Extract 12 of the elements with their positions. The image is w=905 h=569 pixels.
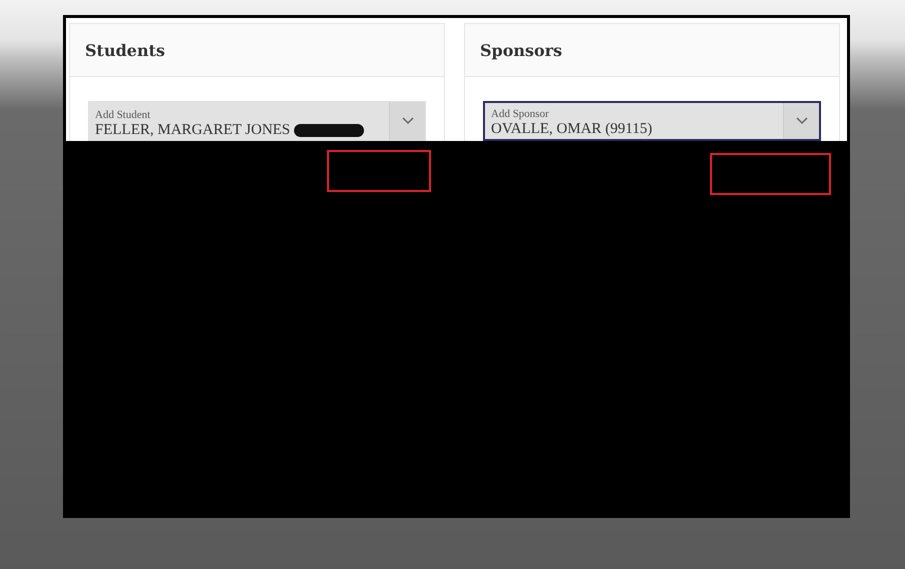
field-label: Add Student [95, 109, 152, 121]
select-field[interactable]: Add Sponsor OVALLE, OMAR (99115) [483, 101, 821, 141]
chevron-down-icon [796, 117, 808, 125]
field-value: FELLER, MARGARET JONES [95, 121, 290, 139]
field-value: OVALLE, OMAR (99115) [491, 120, 652, 138]
chevron-down-icon [402, 117, 414, 125]
dropdown-button[interactable] [389, 102, 425, 140]
field-label: Add Sponsor [491, 108, 550, 120]
select-field[interactable]: Add Student FELLER, MARGARET JONES [88, 101, 426, 141]
card-title: Sponsors [480, 40, 562, 60]
dropdown-button[interactable] [783, 103, 819, 139]
card-title: Students [85, 40, 165, 60]
